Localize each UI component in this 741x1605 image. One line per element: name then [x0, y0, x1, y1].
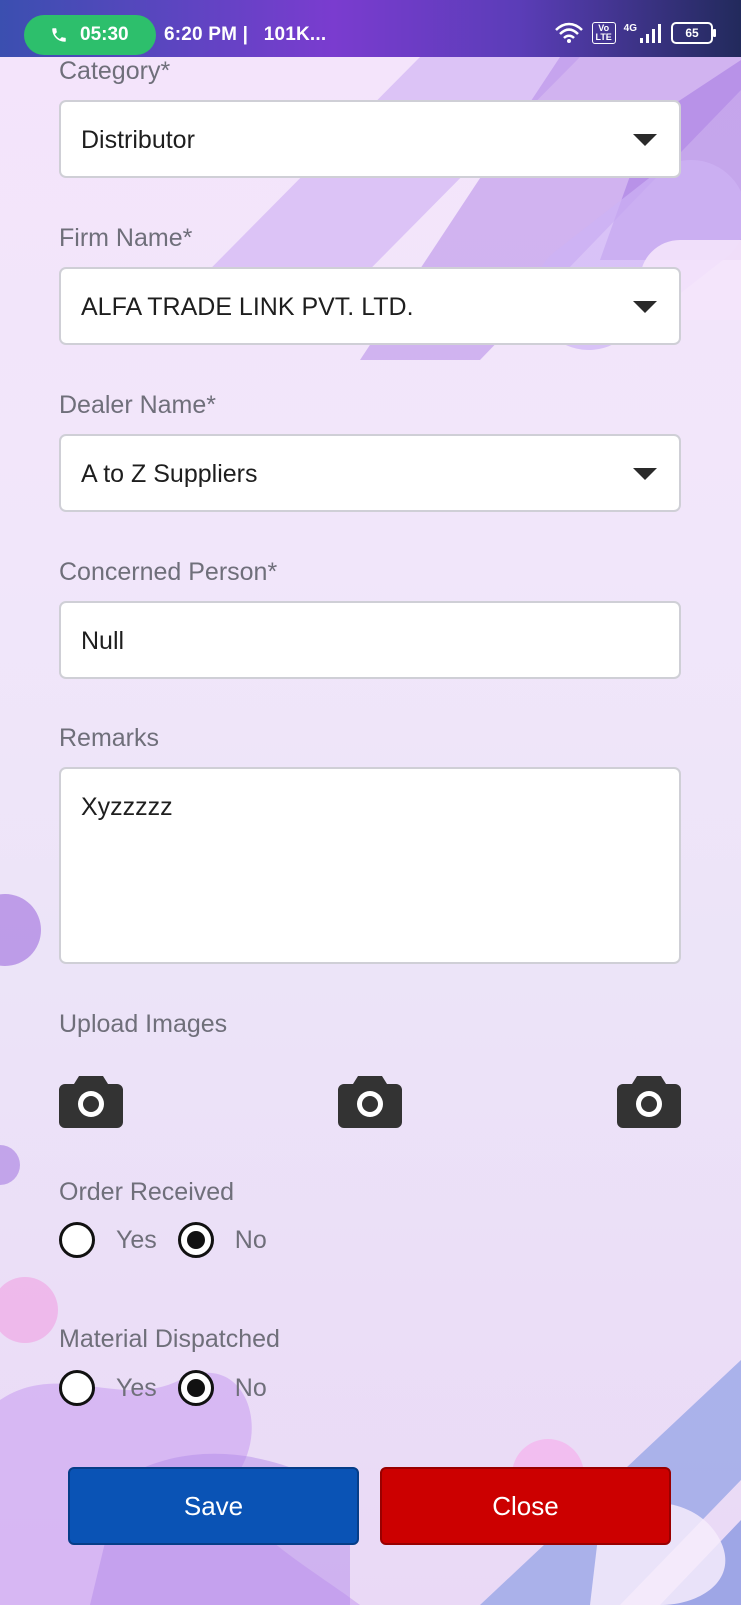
order-received-yes-radio[interactable] [59, 1222, 95, 1258]
upload-images-label: Upload Images [59, 1010, 228, 1038]
concerned-person-label: Concerned Person* [59, 558, 278, 586]
camera-icon[interactable] [59, 1072, 123, 1128]
status-bar: 05:30 6:20 PM | 101K... Vo LTE 4G 65 [0, 0, 741, 57]
wifi-icon [554, 22, 583, 43]
material-dispatched-no-radio[interactable] [177, 1370, 214, 1406]
network-type: 4G [623, 22, 637, 34]
dealer-name-value: A to Z Suppliers [81, 460, 258, 488]
concerned-person-value: Null [81, 627, 125, 655]
remarks-value: Xyzzzzz [81, 793, 173, 821]
camera-icon[interactable] [338, 1072, 402, 1128]
material-dispatched-radio-group: Yes No [59, 1370, 288, 1406]
notification-text: 101K... [263, 24, 327, 45]
enquiry-form: Category* Distributor Firm Name* ALFA TR… [0, 0, 741, 1605]
firm-name-value: ALFA TRADE LINK PVT. LTD. [81, 293, 414, 321]
remarks-textarea[interactable]: Xyzzzzz [59, 767, 681, 964]
order-received-yes-label: Yes [116, 1225, 157, 1254]
clock-text: 6:20 PM | [164, 24, 249, 45]
remarks-label: Remarks [59, 724, 160, 752]
category-label: Category* [59, 57, 171, 85]
concerned-person-input[interactable]: Null [59, 601, 681, 679]
order-received-radio-group: Yes No [59, 1222, 288, 1258]
firm-name-dropdown[interactable]: ALFA TRADE LINK PVT. LTD. [59, 267, 681, 345]
chevron-down-icon [633, 134, 657, 146]
order-received-label: Order Received [59, 1178, 235, 1206]
dealer-name-label: Dealer Name* [59, 391, 217, 419]
material-dispatched-yes-label: Yes [116, 1373, 157, 1402]
volte-icon: Vo LTE [591, 22, 616, 44]
close-button[interactable]: Close [380, 1467, 671, 1545]
dealer-name-dropdown[interactable]: A to Z Suppliers [59, 434, 681, 512]
material-dispatched-yes-radio[interactable] [59, 1370, 95, 1406]
firm-name-label: Firm Name* [59, 224, 193, 252]
category-value: Distributor [81, 126, 195, 154]
chevron-down-icon [633, 301, 657, 313]
save-button[interactable]: Save [68, 1467, 359, 1545]
battery-icon: 65 [671, 22, 716, 44]
order-received-no-radio[interactable] [177, 1222, 214, 1258]
camera-icon[interactable] [617, 1072, 681, 1128]
status-icons: Vo LTE 4G 65 [554, 22, 716, 44]
category-dropdown[interactable]: Distributor [59, 100, 681, 178]
ongoing-call-pill[interactable]: 05:30 [24, 15, 156, 55]
material-dispatched-label: Material Dispatched [59, 1325, 280, 1353]
phone-icon [52, 28, 66, 42]
material-dispatched-no-label: No [234, 1373, 267, 1402]
order-received-no-label: No [234, 1225, 267, 1254]
signal-icon [640, 24, 661, 43]
call-duration: 05:30 [80, 24, 129, 45]
chevron-down-icon [633, 468, 657, 480]
status-time: 6:20 PM | 101K... [164, 24, 326, 46]
